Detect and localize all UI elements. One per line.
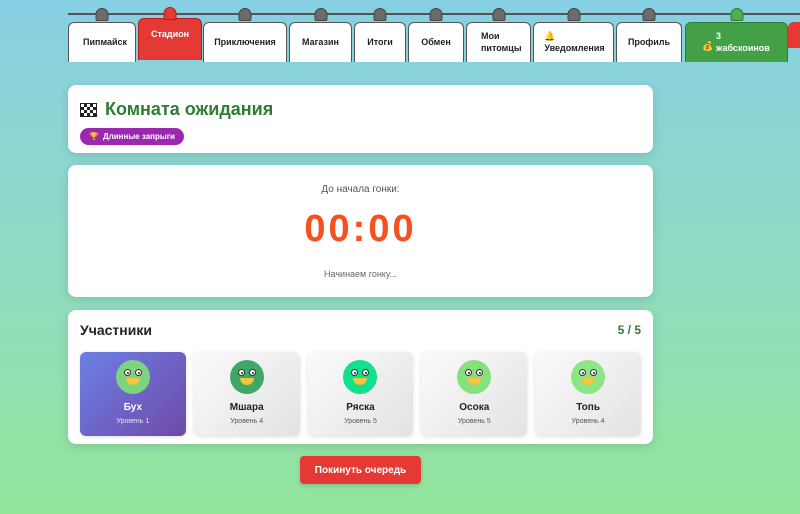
participants-card: Участники 5 / 5 Бух Уровень 1 Мшара Уров…: [68, 310, 653, 444]
waiting-room-header: Комната ожидания 🏆 Длинные запрыги: [68, 85, 653, 153]
race-mode-badge: 🏆 Длинные запрыги: [80, 128, 184, 145]
tab-pin: [163, 7, 177, 20]
participant-name: Осока: [459, 402, 490, 413]
checkered-flag-icon: [80, 102, 97, 117]
participant-card[interactable]: Осока Уровень 5: [421, 352, 528, 436]
participants-count: 5 / 5: [617, 323, 641, 337]
tab-pin: [642, 8, 656, 21]
participant-level: Уровень 4: [571, 418, 605, 425]
tab-pin: [567, 8, 580, 21]
participant-level: Уровень 5: [457, 418, 491, 425]
tab-label: Магазин: [302, 36, 339, 47]
tab-pin: [429, 8, 443, 21]
tab-label: Итоги: [367, 36, 393, 47]
tab-notifications[interactable]: 🔔 Уведомления: [533, 8, 614, 62]
tab-label: Приключения: [214, 36, 276, 47]
coins-label: жабскоинов: [716, 42, 770, 53]
tab-stadium[interactable]: Стадион: [138, 7, 202, 60]
participant-name: Ряска: [346, 402, 375, 413]
tab-coins[interactable]: 💰 3 жабскоинов: [685, 8, 788, 62]
tab-label: Пипмайск: [83, 36, 128, 47]
frog-avatar-icon: [115, 360, 150, 394]
leave-queue-button[interactable]: Покинуть очередь: [300, 456, 421, 484]
tab-profile[interactable]: Профиль: [616, 8, 682, 62]
tab-adventures[interactable]: Приключения: [203, 8, 287, 62]
participant-card[interactable]: Мшара Уровень 4: [193, 352, 300, 436]
tab-label: Стадион: [150, 29, 190, 39]
frog-avatar-icon: [571, 360, 606, 394]
tab-label-line2: питомцы: [481, 42, 522, 53]
tab-pin: [95, 8, 109, 21]
participant-level: Уровень 4: [230, 418, 264, 425]
countdown-label: До начала гонки:: [321, 184, 400, 195]
tab-label: Профиль: [627, 36, 671, 47]
trophy-icon: 🏆: [89, 132, 99, 141]
participant-name: Мшара: [229, 402, 264, 413]
countdown-status: Начинаем гонку...: [324, 269, 397, 279]
tab-my-pets[interactable]: Мои питомцы: [466, 8, 531, 62]
participant-name: Топь: [576, 402, 600, 413]
tab-label: Обмен: [421, 36, 451, 47]
participants-title: Участники: [80, 322, 152, 338]
page-title: Комната ожидания: [105, 99, 274, 119]
countdown-timer: 00:00: [304, 208, 417, 250]
tab-pin: [730, 8, 743, 21]
tab-pin: [314, 8, 327, 21]
tab-label-line1: Мои: [481, 31, 500, 42]
tab-shop[interactable]: Магазин: [289, 8, 352, 62]
tab-pipmaysk[interactable]: Пипмайск: [68, 8, 136, 62]
participant-name: Бух: [123, 402, 143, 413]
tab-results[interactable]: Итоги: [354, 8, 406, 62]
participant-level: Уровень 5: [344, 418, 377, 425]
frog-avatar-icon: [229, 360, 264, 394]
tab-overflow-edge[interactable]: [788, 22, 800, 48]
participants-list: Бух Уровень 1 Мшара Уровень 4 Ряска Уров…: [80, 352, 641, 436]
tab-exchange[interactable]: Обмен: [408, 8, 464, 62]
frog-avatar-icon: [343, 360, 378, 394]
participant-card[interactable]: Бух Уровень 1: [80, 352, 186, 436]
countdown-card: До начала гонки: 00:00 Начинаем гонку...: [68, 165, 653, 297]
participant-level: Уровень 1: [116, 418, 150, 425]
coins-amount: 3: [716, 31, 722, 42]
race-mode-label: Длинные запрыги: [102, 132, 175, 141]
tab-label: Уведомления: [544, 42, 605, 53]
bell-icon: 🔔: [544, 31, 556, 42]
money-bag-icon: 💰: [702, 41, 714, 51]
participant-card[interactable]: Топь Уровень 4: [535, 352, 641, 436]
frog-avatar-icon: [457, 360, 492, 394]
participant-card[interactable]: Ряска Уровень 5: [307, 352, 414, 436]
tab-pin: [373, 8, 387, 21]
tab-pin: [492, 8, 505, 21]
tab-pin: [238, 8, 252, 21]
